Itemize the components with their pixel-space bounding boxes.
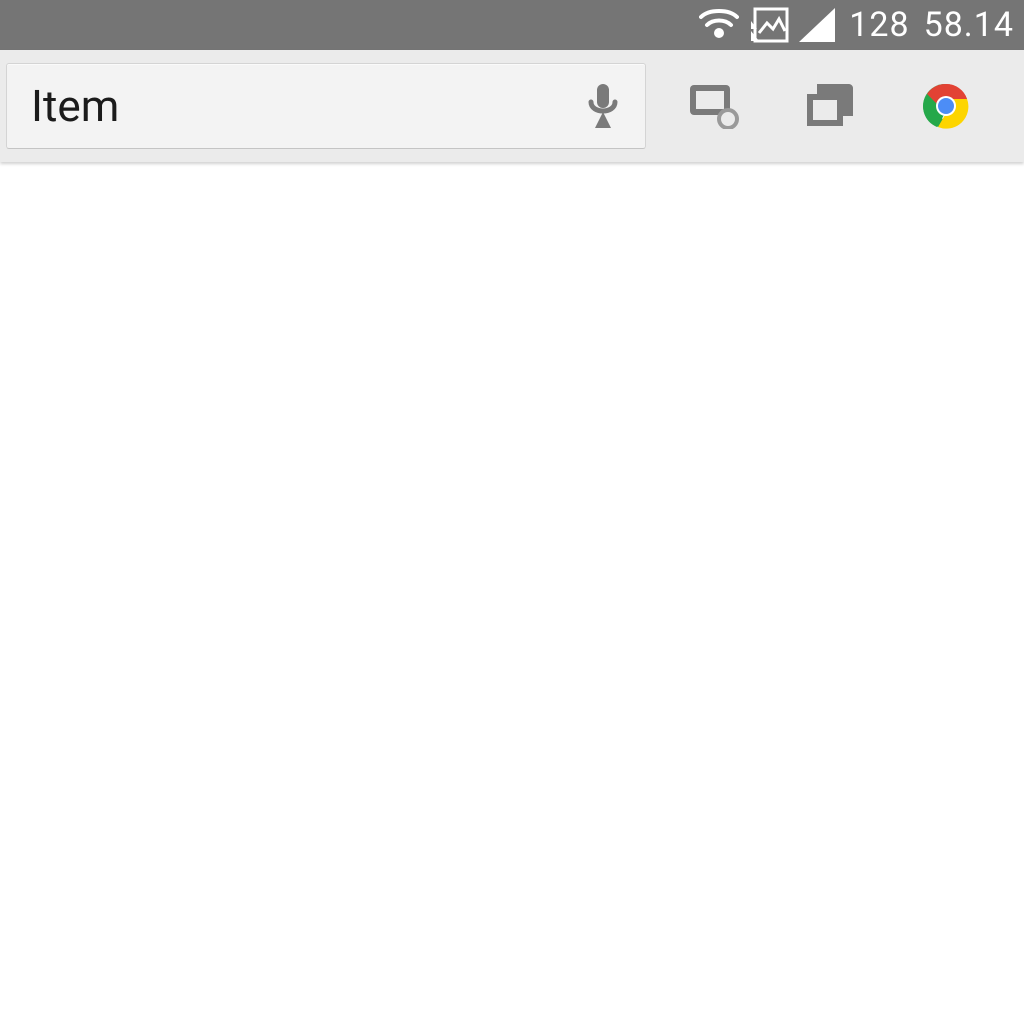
- status-icons-group: 128 58.14: [699, 5, 1014, 45]
- toolbar-actions: [646, 76, 1014, 136]
- status-count: 128: [849, 5, 909, 45]
- omnibox[interactable]: Item: [6, 63, 646, 149]
- status-bar: 128 58.14: [0, 0, 1024, 50]
- image-icon: [749, 7, 789, 43]
- omnibox-text: Item: [31, 80, 581, 132]
- cast-icon[interactable]: [684, 76, 744, 136]
- status-clock: 58.14: [924, 5, 1014, 45]
- chrome-icon[interactable]: [916, 76, 976, 136]
- wifi-icon: [699, 9, 739, 41]
- mic-icon[interactable]: [581, 82, 625, 130]
- tabs-icon[interactable]: [800, 76, 860, 136]
- cellular-icon: [799, 8, 835, 42]
- page-content: [0, 162, 1024, 1024]
- browser-toolbar: Item: [0, 50, 1024, 162]
